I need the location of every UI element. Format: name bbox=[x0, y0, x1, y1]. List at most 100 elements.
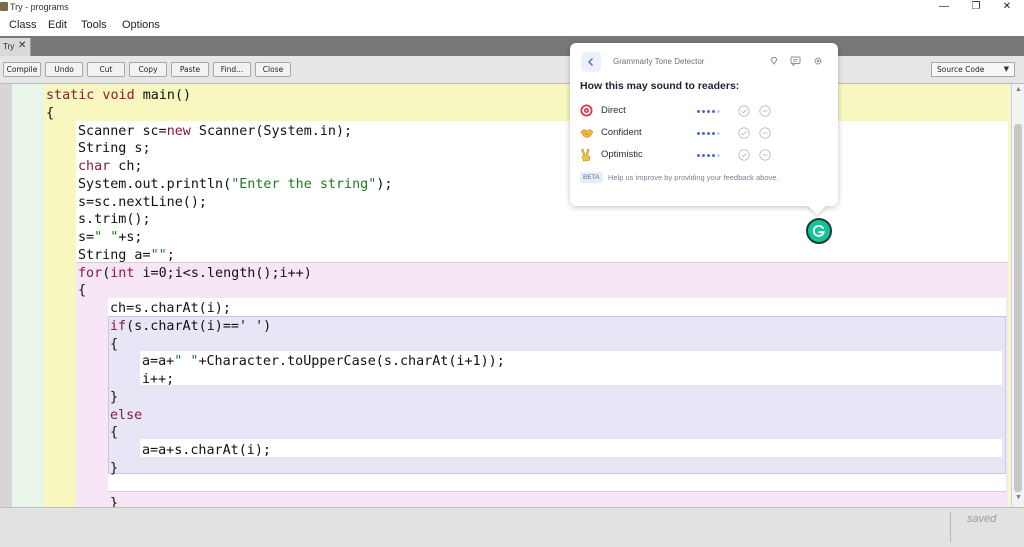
code-text: ; bbox=[166, 247, 175, 263]
tab-label: Try bbox=[3, 42, 15, 51]
tone-intensity bbox=[697, 154, 722, 172]
tone-row: Confident bbox=[580, 125, 830, 141]
breakpoint-gutter[interactable] bbox=[0, 84, 12, 507]
code-keyword: for bbox=[78, 265, 103, 281]
view-mode-value: Source Code bbox=[937, 65, 985, 74]
window-title: Try - programs bbox=[10, 2, 69, 12]
gear-icon[interactable] bbox=[813, 56, 823, 66]
disagree-minus-icon[interactable] bbox=[759, 104, 771, 122]
chevron-left-icon bbox=[588, 58, 593, 66]
code-line[interactable]: if(s.charAt(i)==' ') bbox=[110, 318, 271, 336]
code-line[interactable]: s.trim(); bbox=[78, 211, 151, 229]
agree-check-icon[interactable] bbox=[738, 126, 750, 144]
status-separator bbox=[950, 512, 951, 542]
intensity-dot bbox=[707, 154, 710, 157]
code-text: } bbox=[110, 460, 119, 476]
intensity-dot bbox=[702, 154, 705, 157]
method-scope-margin bbox=[44, 121, 76, 507]
code-text: { bbox=[110, 425, 119, 441]
code-line[interactable]: { bbox=[46, 105, 54, 123]
intensity-dot bbox=[697, 154, 700, 157]
menu-options[interactable]: Options bbox=[122, 18, 160, 32]
scroll-down-icon[interactable]: ▼ bbox=[1015, 494, 1022, 501]
minimize-button[interactable]: — bbox=[929, 0, 959, 14]
undo-button[interactable]: Undo bbox=[45, 62, 83, 77]
for-body-tail bbox=[108, 474, 1006, 492]
scroll-up-icon[interactable]: ▲ bbox=[1015, 86, 1022, 93]
direct-target-icon bbox=[580, 104, 593, 122]
code-line[interactable]: String s; bbox=[78, 140, 151, 158]
code-text: i++; bbox=[142, 372, 175, 387]
app-window: Try - programs — ❐ ✕ Class Edit Tools Op… bbox=[0, 0, 1024, 547]
grammarly-tone-popup: Grammarly Tone Detector How this may sou… bbox=[570, 43, 838, 206]
menu-edit[interactable]: Edit bbox=[48, 18, 67, 32]
disagree-minus-icon[interactable] bbox=[759, 148, 771, 166]
scrollbar-thumb[interactable] bbox=[1014, 124, 1022, 492]
menu-tools[interactable]: Tools bbox=[81, 18, 107, 32]
code-text: ); bbox=[376, 176, 393, 192]
code-line[interactable]: { bbox=[110, 424, 118, 442]
grammarly-button[interactable] bbox=[806, 218, 832, 244]
code-line[interactable]: String a=""; bbox=[78, 247, 175, 265]
code-text: +s; bbox=[118, 230, 143, 245]
save-status: saved bbox=[967, 513, 997, 525]
code-line[interactable]: Scanner sc=new Scanner(System.in); bbox=[78, 123, 352, 141]
restore-button[interactable]: ❐ bbox=[961, 0, 991, 14]
agree-check-icon[interactable] bbox=[738, 104, 750, 122]
grammarly-logo-icon bbox=[812, 225, 825, 237]
disagree-minus-icon[interactable] bbox=[759, 126, 771, 144]
code-line[interactable]: s=" "+s; bbox=[78, 229, 143, 247]
tone-heading: How this may sound to readers: bbox=[580, 80, 740, 92]
code-line[interactable]: static void main() bbox=[46, 87, 191, 105]
intensity-dot bbox=[702, 132, 705, 135]
vertical-scrollbar[interactable]: ▲ ▼ bbox=[1011, 84, 1024, 507]
code-line[interactable]: { bbox=[78, 282, 86, 300]
tone-label: Confident bbox=[601, 127, 642, 138]
code-line[interactable]: } bbox=[110, 389, 118, 407]
tab-close-icon[interactable]: ✕ bbox=[18, 40, 26, 51]
feedback-icon[interactable] bbox=[790, 56, 801, 66]
diamond-icon[interactable] bbox=[769, 56, 779, 66]
code-editor[interactable]: static void main(){Scanner sc=new Scanne… bbox=[0, 84, 1024, 507]
compile-button[interactable]: Compile bbox=[3, 62, 41, 77]
editor-toolbar: Compile Undo Cut Copy Paste Find... Clos… bbox=[0, 56, 1024, 84]
code-text: ch; bbox=[110, 159, 143, 174]
code-line[interactable]: for(int i=0;i<s.length();i++) bbox=[78, 265, 312, 283]
code-line[interactable]: { bbox=[110, 336, 118, 354]
find-button[interactable]: Find... bbox=[213, 62, 251, 77]
copy-button[interactable]: Copy bbox=[129, 62, 167, 77]
close-window-button[interactable]: ✕ bbox=[992, 0, 1022, 14]
code-string: " " bbox=[94, 230, 119, 245]
code-keyword: else bbox=[110, 407, 143, 423]
code-line[interactable]: char ch; bbox=[78, 158, 143, 176]
code-line[interactable]: } bbox=[110, 495, 118, 507]
close-button[interactable]: Close bbox=[255, 62, 291, 77]
intensity-dot bbox=[702, 110, 705, 113]
menu-class[interactable]: Class bbox=[9, 18, 37, 32]
tab-try[interactable]: Try ✕ bbox=[0, 38, 31, 56]
code-line[interactable]: System.out.println("Enter the string"); bbox=[78, 176, 392, 194]
code-line[interactable]: } bbox=[110, 460, 118, 478]
code-keyword: if bbox=[110, 318, 127, 334]
code-text: { bbox=[46, 105, 55, 121]
intensity-dot bbox=[712, 132, 715, 135]
paste-button[interactable]: Paste bbox=[171, 62, 209, 77]
code-line[interactable]: else bbox=[110, 407, 142, 425]
code-line[interactable]: ch=s.charAt(i); bbox=[110, 300, 231, 318]
code-line[interactable]: i++; bbox=[142, 371, 174, 389]
code-string: " " bbox=[174, 354, 199, 370]
code-text: a=a+s.charAt(i); bbox=[142, 443, 271, 458]
intensity-dot bbox=[707, 110, 710, 113]
code-line[interactable]: s=sc.nextLine(); bbox=[78, 194, 207, 212]
agree-check-icon[interactable] bbox=[738, 148, 750, 166]
code-text: main() bbox=[134, 88, 192, 103]
code-keyword: int bbox=[110, 265, 135, 281]
code-line[interactable]: a=a+s.charAt(i); bbox=[142, 442, 271, 460]
code-text: } bbox=[110, 496, 119, 507]
view-mode-select[interactable]: Source Code ▼ bbox=[931, 62, 1015, 77]
back-button[interactable] bbox=[581, 52, 601, 72]
code-line[interactable]: a=a+" "+Character.toUpperCase(s.charAt(i… bbox=[142, 353, 505, 371]
cut-button[interactable]: Cut bbox=[87, 62, 125, 77]
bluej-app-icon bbox=[0, 2, 8, 11]
code-keyword: static void bbox=[46, 88, 135, 103]
